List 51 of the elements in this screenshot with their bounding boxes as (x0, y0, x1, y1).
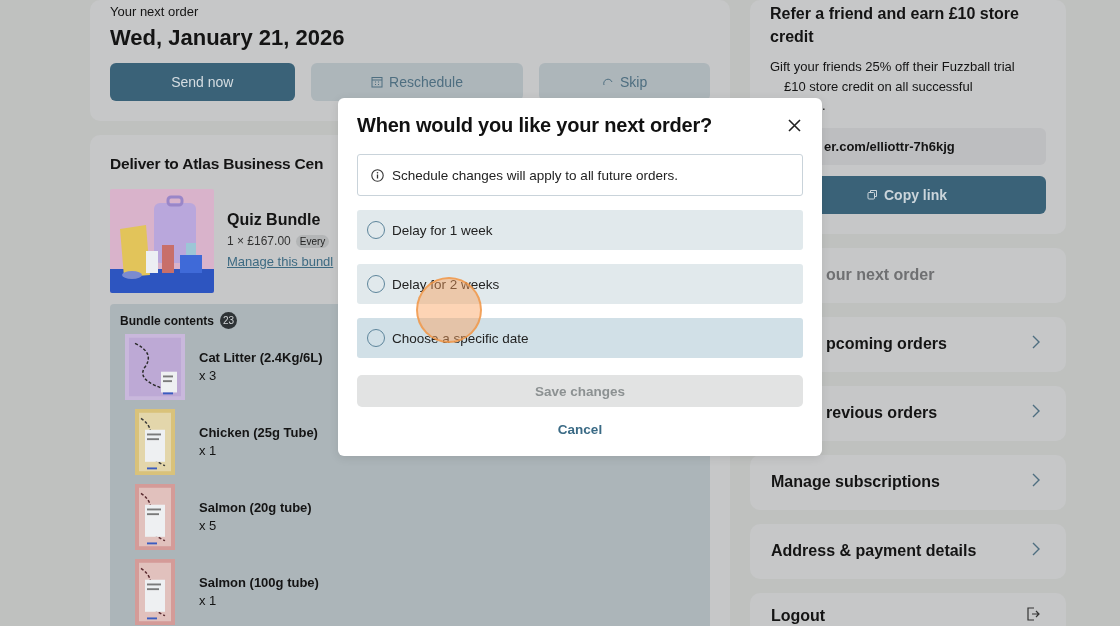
referral-text: Gift your friends 25% off their Fuzzball trial (770, 58, 1016, 76)
section-title: Deliver to Atlas Business Cen (110, 155, 325, 173)
nav-card[interactable]: Manage subscriptions (750, 454, 1066, 510)
nav-label: our next order (826, 266, 935, 284)
nav-label: revious orders (826, 404, 938, 422)
chevron-right-icon (1032, 335, 1040, 349)
referral-title: Refer a friend and earn £10 store credit (770, 4, 1020, 47)
nav-label: Manage subscriptions (771, 473, 940, 491)
item-name: Chicken (25g Tube) (199, 425, 318, 440)
skip-icon (602, 76, 615, 88)
nav-card[interactable]: Logout (750, 592, 1066, 626)
order-date: Wed, January 21, 2026 (110, 25, 346, 51)
option-row[interactable]: Delay for 1 week (357, 210, 803, 250)
nav-label: pcoming orders (826, 335, 947, 353)
item-quantity: x 5 (199, 518, 218, 533)
section-label: Your next order (110, 4, 200, 19)
chevron-right-icon (1032, 542, 1040, 556)
logout-icon (1026, 606, 1040, 621)
dialog-title: When would you like your next order? (357, 114, 713, 137)
info-icon (371, 168, 384, 182)
nav-card[interactable]: revious orders (822, 385, 1066, 441)
nav-label: Address & payment details (771, 542, 977, 560)
item-name: Salmon (20g tube) (199, 500, 312, 515)
chevron-right-icon (1032, 473, 1040, 487)
chevron-right-icon (1032, 404, 1040, 418)
close-icon (788, 119, 801, 132)
frequency-tag: Every (295, 234, 330, 248)
item-quantity: x 1 (199, 593, 218, 608)
manage-bundle-link[interactable]: Manage this bundl (227, 254, 334, 269)
calendar-icon (371, 76, 383, 88)
notice-text: Schedule changes will apply to all future orders. (392, 167, 678, 183)
count-badge: 23 (220, 312, 237, 329)
item-name: Cat Litter (2.4Kg/6L) (199, 350, 323, 365)
product-name: Quiz Bundle (227, 211, 322, 229)
cancel-link[interactable]: Cancel (551, 421, 609, 438)
item-name: Salmon (100g tube) (199, 575, 319, 590)
send-now-button[interactable]: Send now (110, 63, 295, 101)
copy-link-button[interactable]: Copy link (822, 175, 1046, 214)
panel-title: Bundle contents (120, 313, 214, 328)
product-price: 1 × £167.00 (227, 234, 291, 248)
item-quantity: x 1 (199, 443, 218, 458)
copy-icon (867, 189, 878, 200)
referral-link-field[interactable]: er.com/elliottr-7h6kjg (822, 127, 1046, 165)
nav-label: Logout (771, 606, 826, 625)
referral-text: . (822, 97, 827, 115)
item-quantity: x 3 (199, 368, 218, 383)
option-label: Delay for 1 week (392, 222, 493, 238)
nav-card[interactable]: Address & payment details (750, 523, 1066, 579)
referral-text: £10 store credit on all successful (784, 77, 974, 96)
close-button[interactable] (786, 117, 803, 134)
nav-card[interactable]: pcoming orders (822, 316, 1066, 372)
